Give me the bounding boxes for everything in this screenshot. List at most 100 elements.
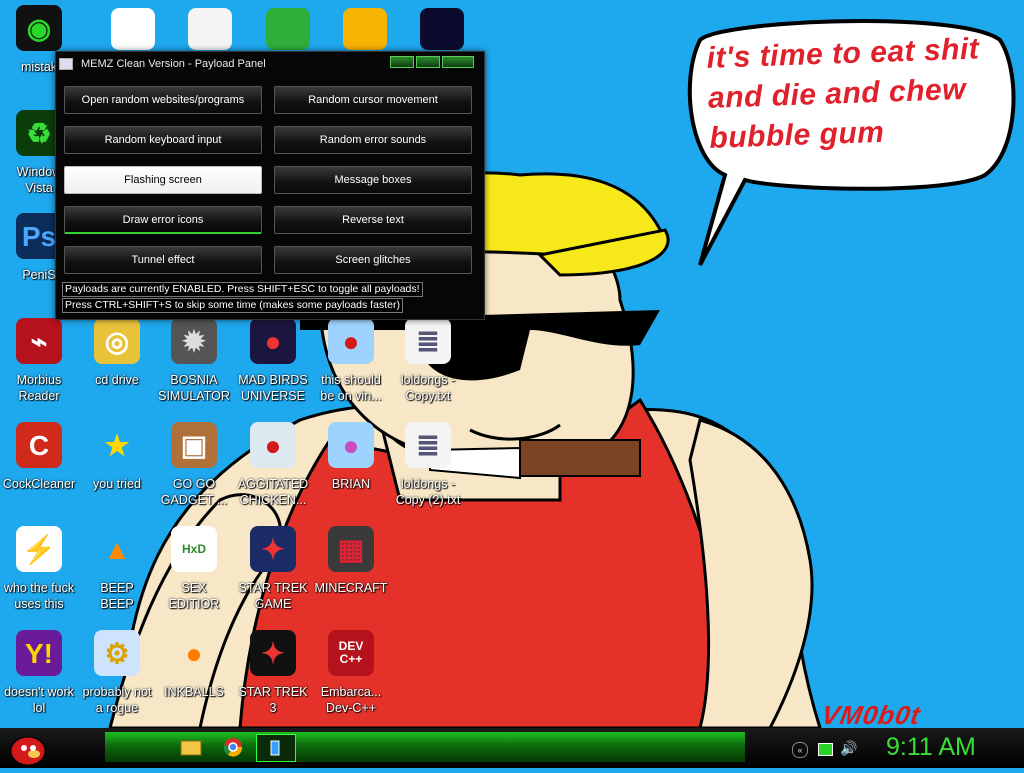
desktop-icon[interactable]: ● INKBALLS bbox=[155, 630, 233, 700]
desktop-icon-label: BRIAN bbox=[331, 477, 371, 491]
desktop-icon[interactable]: ⌁ Morbius Reader bbox=[0, 318, 78, 404]
desktop-icon[interactable]: DEV C++ Embarca... Dev-C++ bbox=[312, 630, 390, 716]
taskbar-memz-button[interactable] bbox=[256, 734, 296, 762]
angry-bird-icon: ● bbox=[328, 318, 374, 364]
taskbar-explorer-button[interactable] bbox=[176, 734, 206, 760]
app-window-icon bbox=[59, 58, 73, 70]
payload-button-tunnel-effect[interactable]: Tunnel effect bbox=[64, 246, 262, 274]
tray-expand-icon[interactable]: « bbox=[792, 742, 808, 758]
desktop-icon-label: MINECRAFT bbox=[314, 581, 388, 595]
window-controls bbox=[390, 56, 474, 68]
mine-icon: ✹ bbox=[171, 318, 217, 364]
desktop-icon-label: loldongs - Copy (2).txt bbox=[395, 477, 461, 507]
taskbar-chrome-button[interactable] bbox=[218, 734, 248, 760]
minimize-button[interactable] bbox=[390, 56, 414, 68]
bad-piggies-icon[interactable] bbox=[343, 8, 387, 50]
briefcase-icon: ▣ bbox=[171, 422, 217, 468]
desktop-icon-label: cd drive bbox=[95, 373, 139, 387]
angry-birds-space-icon: ● bbox=[250, 318, 296, 364]
razer-icon: ◉ bbox=[16, 5, 62, 51]
chrome-desktop-icon[interactable] bbox=[111, 8, 155, 50]
network-icon[interactable] bbox=[818, 743, 833, 756]
desktop-icon-label: loldongs - Copy.txt bbox=[400, 373, 456, 403]
payload-button-keyboard-input[interactable]: Random keyboard input bbox=[64, 126, 262, 154]
desktop-icon[interactable]: HxD SEX EDITIOR bbox=[155, 526, 233, 612]
window-title-bar[interactable]: MEMZ Clean Version - Payload Panel bbox=[56, 52, 484, 76]
payload-button-open-websites[interactable]: Open random websites/programs bbox=[64, 86, 262, 114]
solitaire-icon[interactable] bbox=[188, 8, 232, 50]
close-button[interactable] bbox=[442, 56, 474, 68]
desktop-icon[interactable]: C CockCleaner bbox=[0, 422, 78, 492]
desktop-icon[interactable]: ✦ STAR TREK 3 bbox=[234, 630, 312, 716]
desktop-icon-label: GO GO GADGET ... bbox=[160, 477, 228, 507]
desktop-icon[interactable]: ⚙ probably not a rogue bbox=[78, 630, 156, 716]
payload-button-screen-glitches[interactable]: Screen glitches bbox=[274, 246, 472, 274]
payload-button-error-sounds[interactable]: Random error sounds bbox=[274, 126, 472, 154]
memz-payload-panel-window[interactable]: MEMZ Clean Version - Payload Panel Open … bbox=[55, 51, 485, 320]
status-enabled-text: Payloads are currently ENABLED. Press SH… bbox=[62, 282, 423, 297]
desktop-icon[interactable]: ✦ STAR TREK GAME bbox=[234, 526, 312, 612]
desktop-icon[interactable]: ▦ MINECRAFT bbox=[312, 526, 390, 596]
desktop-icon[interactable]: ⚡ who the fuck uses this bbox=[0, 526, 78, 612]
desktop-icon-label: BEEP BEEP bbox=[100, 581, 134, 611]
desktop-icon-label: who the fuck uses this bbox=[3, 581, 75, 611]
payload-button-flashing-screen[interactable]: Flashing screen bbox=[64, 166, 262, 194]
system-tool-icon: ⚙ bbox=[94, 630, 140, 676]
star-wars-birds-2-icon: ✦ bbox=[250, 630, 296, 676]
desktop-icon[interactable]: ● AGGITATED CHICKEN... bbox=[234, 422, 312, 508]
desktop-icon[interactable]: Y! doesn't work lol bbox=[0, 630, 78, 716]
desktop-icon[interactable]: ◎ cd drive bbox=[78, 318, 156, 388]
desktop-icon[interactable]: ● this should be on vin... bbox=[312, 318, 390, 404]
desktop-icon-label: CockCleaner bbox=[2, 477, 76, 491]
desktop-icon[interactable]: ▣ GO GO GADGET ... bbox=[155, 422, 233, 508]
desktop-icon[interactable]: ≣ loldongs - Copy (2).txt bbox=[389, 422, 467, 508]
angry-birds-icon: ● bbox=[250, 422, 296, 468]
desktop-icon-label: you tried bbox=[93, 477, 141, 491]
payload-button-reverse-text[interactable]: Reverse text bbox=[274, 206, 472, 234]
desktop-icon-label: SEX EDITIOR bbox=[168, 581, 220, 611]
desktop-icon[interactable]: ✹ BOSNIA SIMULATOR bbox=[155, 318, 233, 404]
desktop-icon[interactable]: ● BRIAN bbox=[312, 422, 390, 492]
hxd-icon: HxD bbox=[171, 526, 217, 572]
chrome-icon bbox=[223, 738, 243, 757]
pdf-reader-icon: ⌁ bbox=[16, 318, 62, 364]
text-file-icon: ≣ bbox=[405, 318, 451, 364]
desktop-icon-label: probably not a rogue bbox=[82, 685, 152, 715]
desktop-icon-label: AGGITATED CHICKEN... bbox=[237, 477, 309, 507]
system-tray: « 🔊 bbox=[790, 740, 870, 760]
yahoo-messenger-icon: Y! bbox=[16, 630, 62, 676]
desktop-icon[interactable]: ★ you tried bbox=[78, 422, 156, 492]
desktop-icon-label: this should be on vin... bbox=[320, 373, 382, 403]
desktop-icon-label: Embarca... Dev-C++ bbox=[320, 685, 382, 715]
vlc-icon: ▲ bbox=[103, 533, 131, 565]
angry-bird-start-icon bbox=[10, 736, 46, 766]
desktop-icon-label: MAD BIRDS UNIVERSE bbox=[238, 373, 308, 403]
payload-button-cursor-movement[interactable]: Random cursor movement bbox=[274, 86, 472, 114]
desktop-icon-label: Morbius Reader bbox=[16, 373, 62, 403]
desktop-icon[interactable]: ▲ BEEP BEEP bbox=[78, 526, 156, 612]
maximize-button[interactable] bbox=[416, 56, 440, 68]
winamp-icon: ⚡ bbox=[16, 526, 62, 572]
emblem-icon[interactable] bbox=[420, 8, 464, 50]
status-skip-time-text: Press CTRL+SHIFT+S to skip some time (ma… bbox=[62, 298, 403, 313]
desktop-icon-label: STAR TREK 3 bbox=[238, 685, 308, 715]
ccleaner-icon: C bbox=[16, 422, 62, 468]
cd-drive-icon: ◎ bbox=[94, 318, 140, 364]
taskbar-clock[interactable]: 9:11 AM bbox=[886, 733, 976, 762]
start-button[interactable] bbox=[6, 728, 50, 768]
angry-birds-rio-icon: ● bbox=[328, 422, 374, 468]
star-icon: ★ bbox=[104, 429, 130, 461]
volume-icon[interactable]: 🔊 bbox=[840, 740, 857, 757]
star-wars-birds-icon: ✦ bbox=[250, 526, 296, 572]
window-title: MEMZ Clean Version - Payload Panel bbox=[81, 58, 266, 70]
payload-button-draw-error-icons[interactable]: Draw error icons bbox=[64, 206, 262, 234]
desktop-icon[interactable]: ≣ loldongs - Copy.txt bbox=[389, 318, 467, 404]
security-shield-icon[interactable] bbox=[266, 8, 310, 50]
folder-icon bbox=[180, 740, 202, 756]
inkball-icon: ● bbox=[185, 637, 203, 669]
speech-bubble-text: it's time to eat shit and die and chew b… bbox=[706, 29, 990, 159]
wallpaper-signature: VM0b0t bbox=[819, 700, 924, 730]
desktop-icon[interactable]: ● MAD BIRDS UNIVERSE bbox=[234, 318, 312, 404]
dev-cpp-icon: DEV C++ bbox=[328, 630, 374, 676]
payload-button-message-boxes[interactable]: Message boxes bbox=[274, 166, 472, 194]
